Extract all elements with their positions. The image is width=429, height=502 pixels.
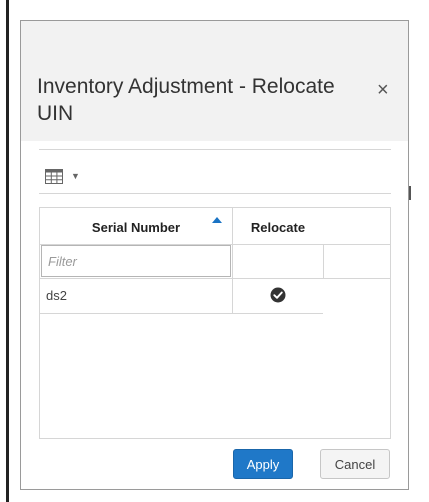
table-grid-icon[interactable] bbox=[45, 168, 63, 184]
apply-button[interactable]: Apply bbox=[233, 449, 293, 479]
checkmark-icon bbox=[270, 287, 286, 303]
background-window-edge bbox=[6, 0, 9, 502]
dialog-title: Inventory Adjustment - Relocate UIN bbox=[37, 75, 335, 125]
serial-number-cell: ds2 bbox=[46, 288, 67, 303]
column-header-label: Serial Number bbox=[91, 220, 181, 235]
column-header-relocate[interactable]: Relocate bbox=[233, 208, 323, 244]
close-icon[interactable]: × bbox=[377, 79, 389, 102]
column-divider bbox=[323, 245, 324, 278]
toolbar-bottom-divider bbox=[39, 193, 391, 194]
row-divider bbox=[40, 278, 390, 279]
column-header-serial-number[interactable]: Serial Number bbox=[40, 208, 232, 244]
column-header-label: Relocate bbox=[250, 220, 306, 235]
table-header-row: Serial Number Relocate bbox=[40, 208, 390, 245]
column-divider bbox=[232, 208, 233, 313]
relocate-uin-dialog: Inventory Adjustment - Relocate UIN × ▼ … bbox=[20, 20, 409, 490]
dialog-header: Inventory Adjustment - Relocate UIN × bbox=[21, 21, 408, 141]
row-divider bbox=[40, 313, 323, 314]
sort-ascending-icon[interactable] bbox=[212, 217, 222, 223]
toolbar-top-divider bbox=[39, 149, 391, 150]
cancel-button[interactable]: Cancel bbox=[320, 449, 390, 479]
serial-table: Serial Number Relocate ds2 bbox=[39, 207, 391, 439]
view-toolbar: ▼ bbox=[45, 165, 80, 187]
serial-filter-input[interactable] bbox=[41, 245, 231, 277]
background-divider-mark bbox=[409, 186, 411, 200]
caret-down-icon[interactable]: ▼ bbox=[71, 171, 80, 181]
